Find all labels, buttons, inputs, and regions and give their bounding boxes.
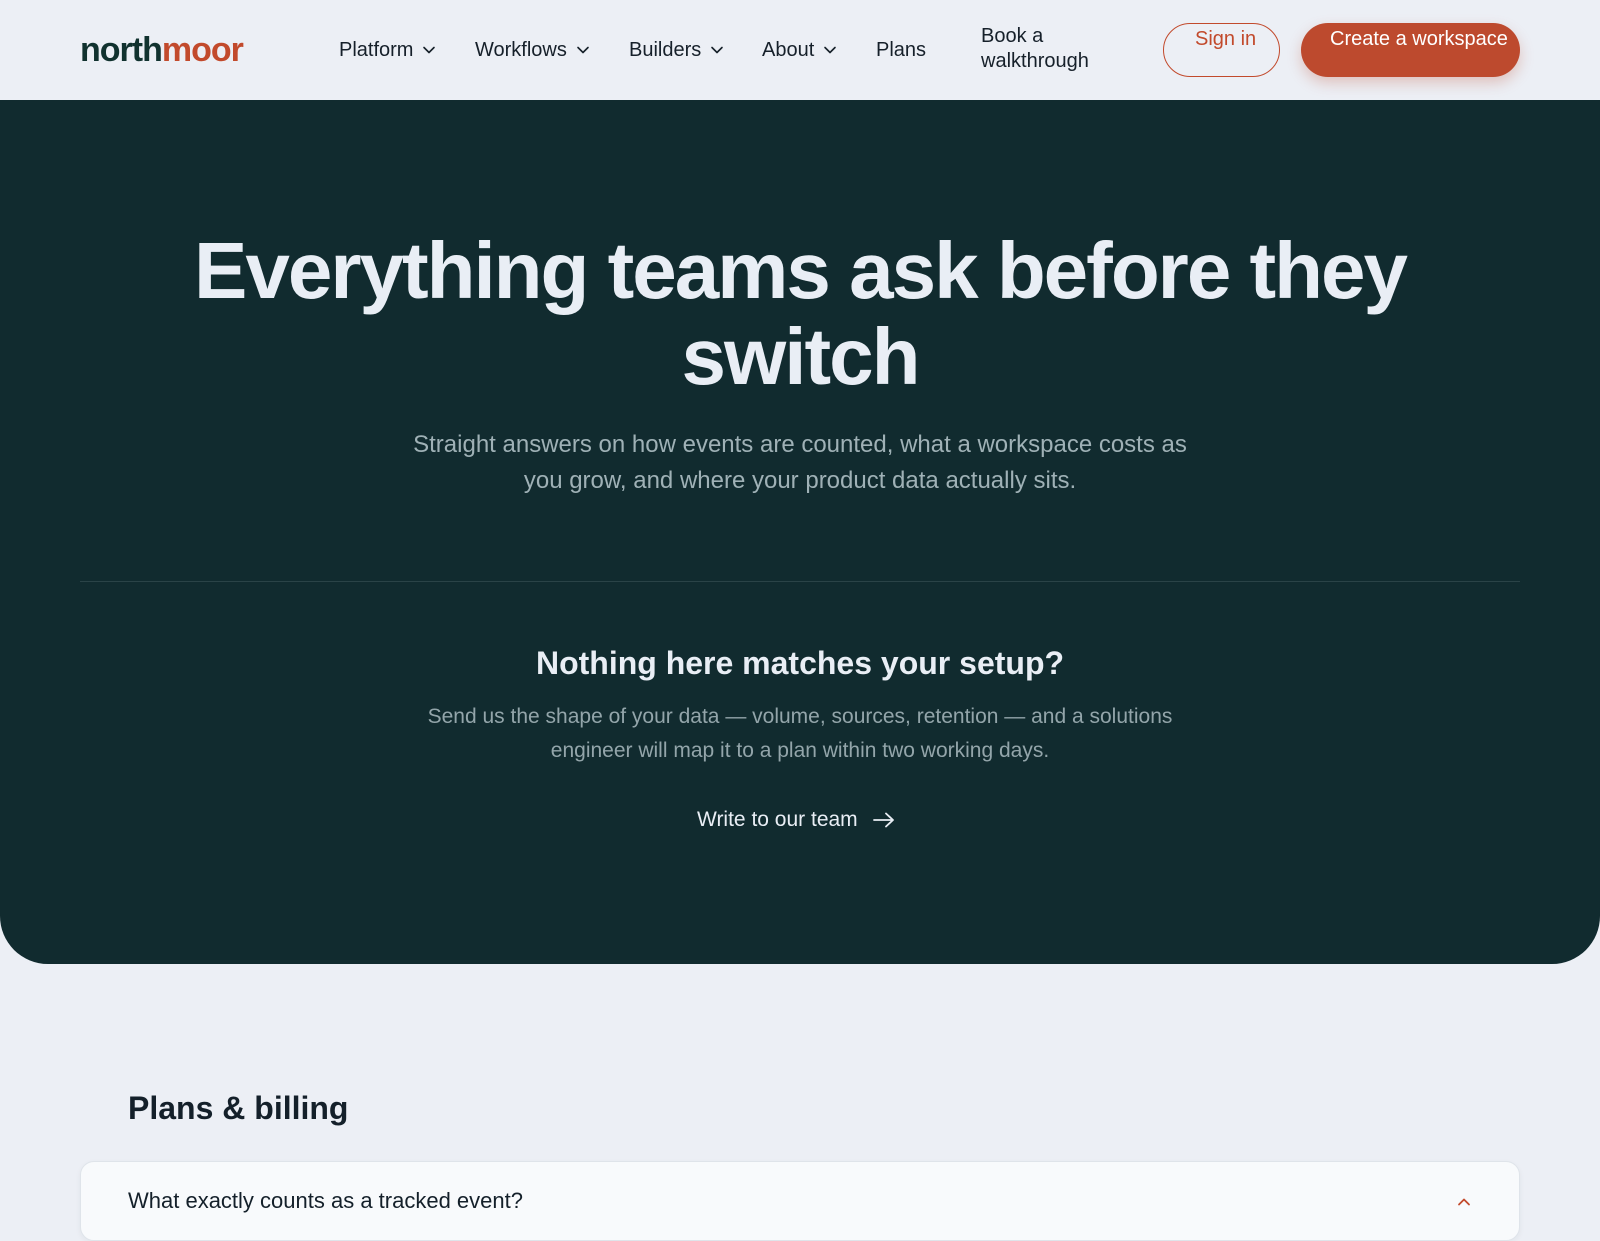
northmoor-logo[interactable]: northmoor <box>80 30 244 70</box>
chevron-down-icon <box>711 46 724 54</box>
faq-item-tracked-event[interactable]: What exactly counts as a tracked event? <box>80 1161 1520 1241</box>
hero-divider <box>80 581 1520 582</box>
contact-cta-text: Send us the shape of your data — volume,… <box>427 705 1173 762</box>
plans-billing-heading: Plans & billing <box>128 1090 349 1126</box>
hero-section: Everything teams ask before they switch … <box>0 100 1600 964</box>
hero-title: Everything teams ask before they switch <box>193 226 1408 401</box>
nav-book-walkthrough[interactable]: Book a walkthrough <box>981 24 1111 74</box>
nav-workflows[interactable]: Workflows <box>475 36 590 64</box>
nav-plans[interactable]: Plans <box>876 36 926 64</box>
logo-text-moor: moor <box>161 31 244 69</box>
nav-workflows-label: Workflows <box>475 39 567 61</box>
write-to-team-link[interactable]: Write to our team <box>697 806 896 834</box>
site-header: northmoor Platform Workflows Builders Ab… <box>0 0 1600 100</box>
chevron-up-icon[interactable] <box>1456 1194 1472 1210</box>
nav-about[interactable]: About <box>762 36 837 64</box>
write-to-team-label: Write to our team <box>697 808 858 831</box>
nav-platform-label: Platform <box>339 39 414 61</box>
chevron-down-icon <box>577 46 589 54</box>
arrow-right-icon <box>872 812 894 828</box>
nav-plans-label: Plans <box>876 39 927 61</box>
create-workspace-button[interactable]: Create a workspace <box>1301 23 1520 77</box>
chevron-down-icon <box>423 46 436 54</box>
nav-builders[interactable]: Builders <box>629 36 724 64</box>
faq-question: What exactly counts as a tracked event? <box>128 1188 523 1213</box>
contact-cta-title: Nothing here matches your setup? <box>535 645 1065 681</box>
sign-in-button[interactable]: Sign in <box>1163 23 1280 77</box>
hero-subtitle: Straight answers on how events are count… <box>413 431 1187 494</box>
nav-about-label: About <box>762 39 815 61</box>
nav-platform[interactable]: Platform <box>339 36 436 64</box>
chevron-down-icon <box>824 46 837 54</box>
logo-text-north: north <box>80 31 163 69</box>
nav-builders-label: Builders <box>629 39 702 61</box>
